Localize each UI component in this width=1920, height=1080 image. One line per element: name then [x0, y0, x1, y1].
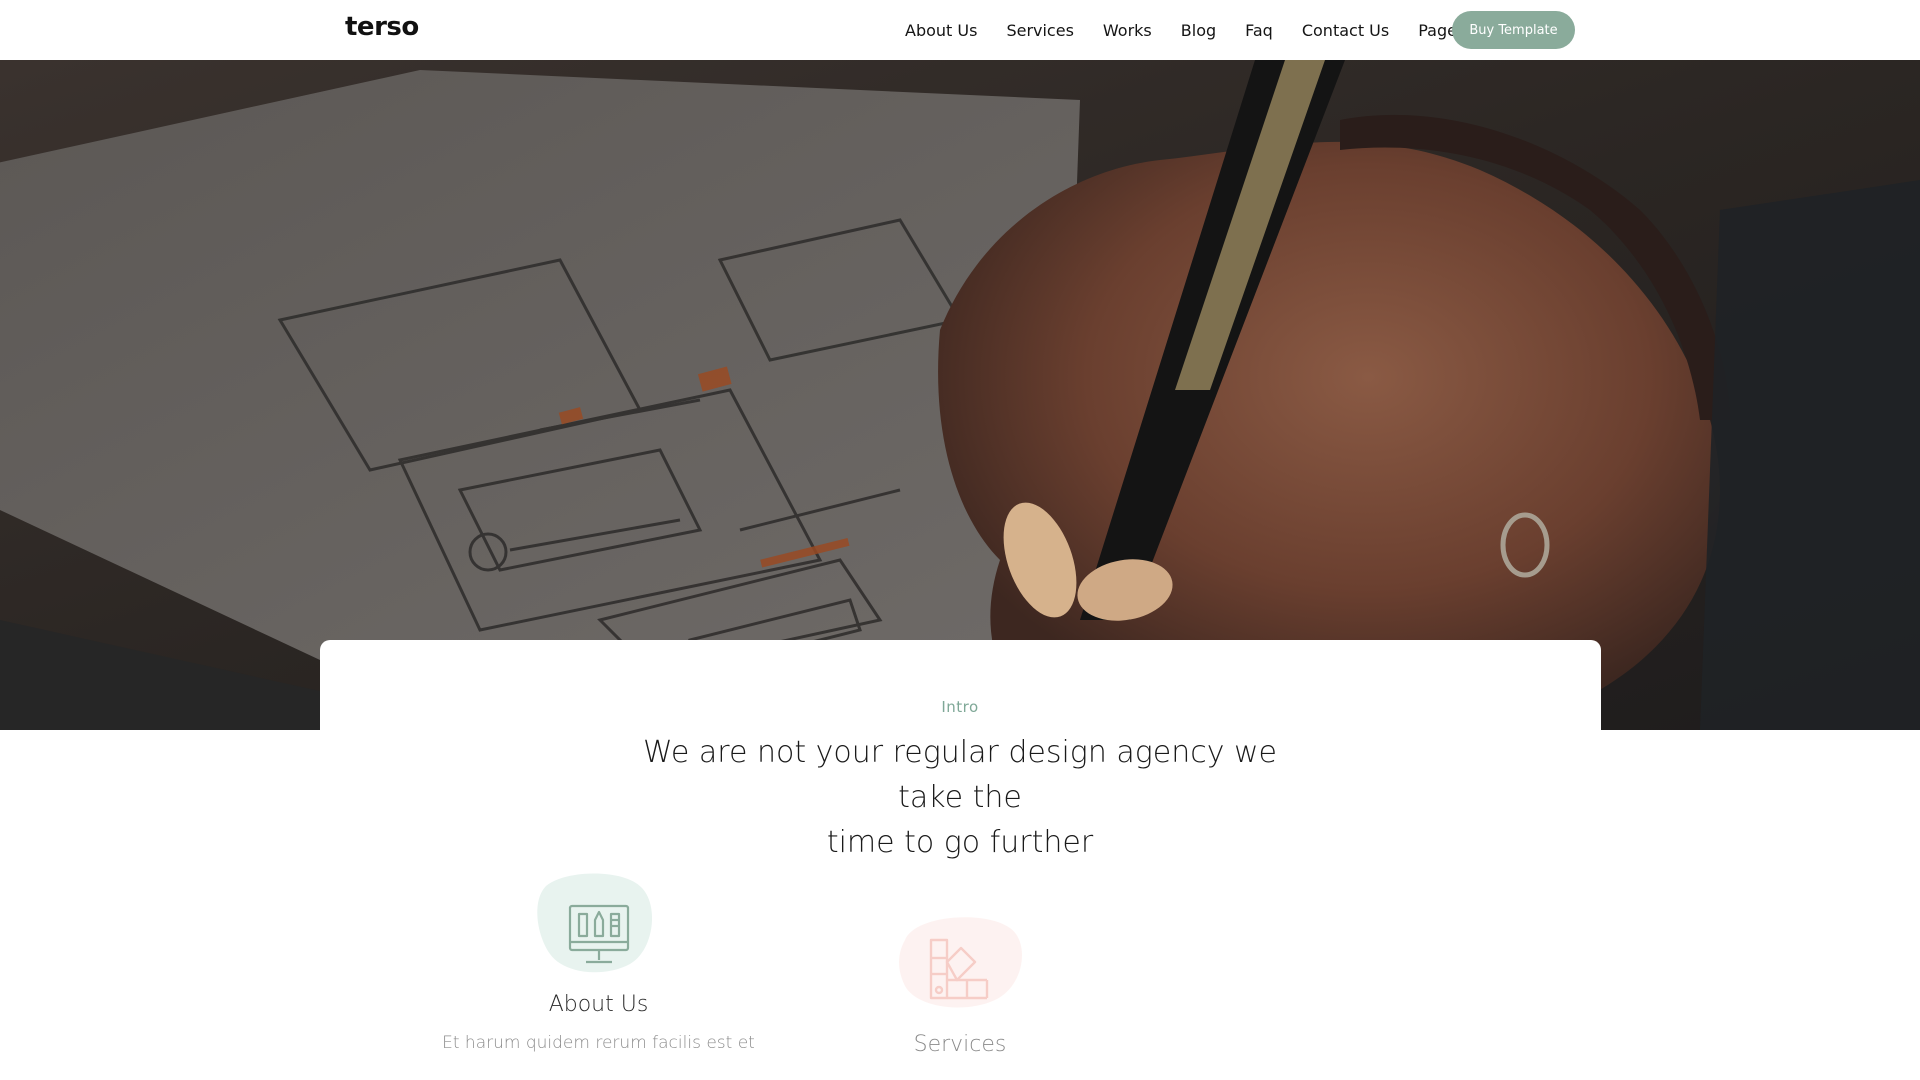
intro-headline: We are not your regular design agency we… [610, 730, 1310, 865]
nav-link-contact-us[interactable]: Contact Us [1302, 21, 1389, 40]
intro-eyebrow: Intro [941, 698, 979, 716]
nav-links: About Us Services Works Blog Faq Contact… [905, 0, 1508, 60]
brand-logo[interactable]: terso [345, 12, 419, 42]
navbar: terso About Us Services Works Blog Faq C… [0, 0, 1920, 60]
nav-link-blog[interactable]: Blog [1181, 21, 1216, 40]
feature-about-text: Et harum quidem rerum facilis est et [442, 1033, 755, 1053]
buy-template-button[interactable]: Buy Template [1452, 11, 1575, 49]
monitor-design-icon [536, 873, 652, 973]
nav-link-services[interactable]: Services [1006, 21, 1073, 40]
intro-headline-line1: We are not your regular design agency we… [643, 735, 1277, 815]
feature-services-icon-wrap [895, 910, 1025, 1020]
hero-image [0, 60, 1920, 730]
feature-about-title: About Us [548, 992, 649, 1017]
feature-about-icon-wrap [534, 870, 664, 980]
hero-photo [0, 60, 1920, 730]
nav-link-about-us[interactable]: About Us [905, 21, 977, 40]
nav-link-works[interactable]: Works [1103, 21, 1152, 40]
feature-services: Services [800, 910, 1120, 1057]
feature-services-title: Services [913, 1032, 1007, 1057]
nav-link-faq[interactable]: Faq [1245, 21, 1273, 40]
color-swatch-icon [899, 917, 1022, 1008]
feature-about-us: About Us Et harum quidem rerum facilis e… [440, 870, 757, 1057]
intro-headline-line2: time to go further [826, 825, 1094, 860]
